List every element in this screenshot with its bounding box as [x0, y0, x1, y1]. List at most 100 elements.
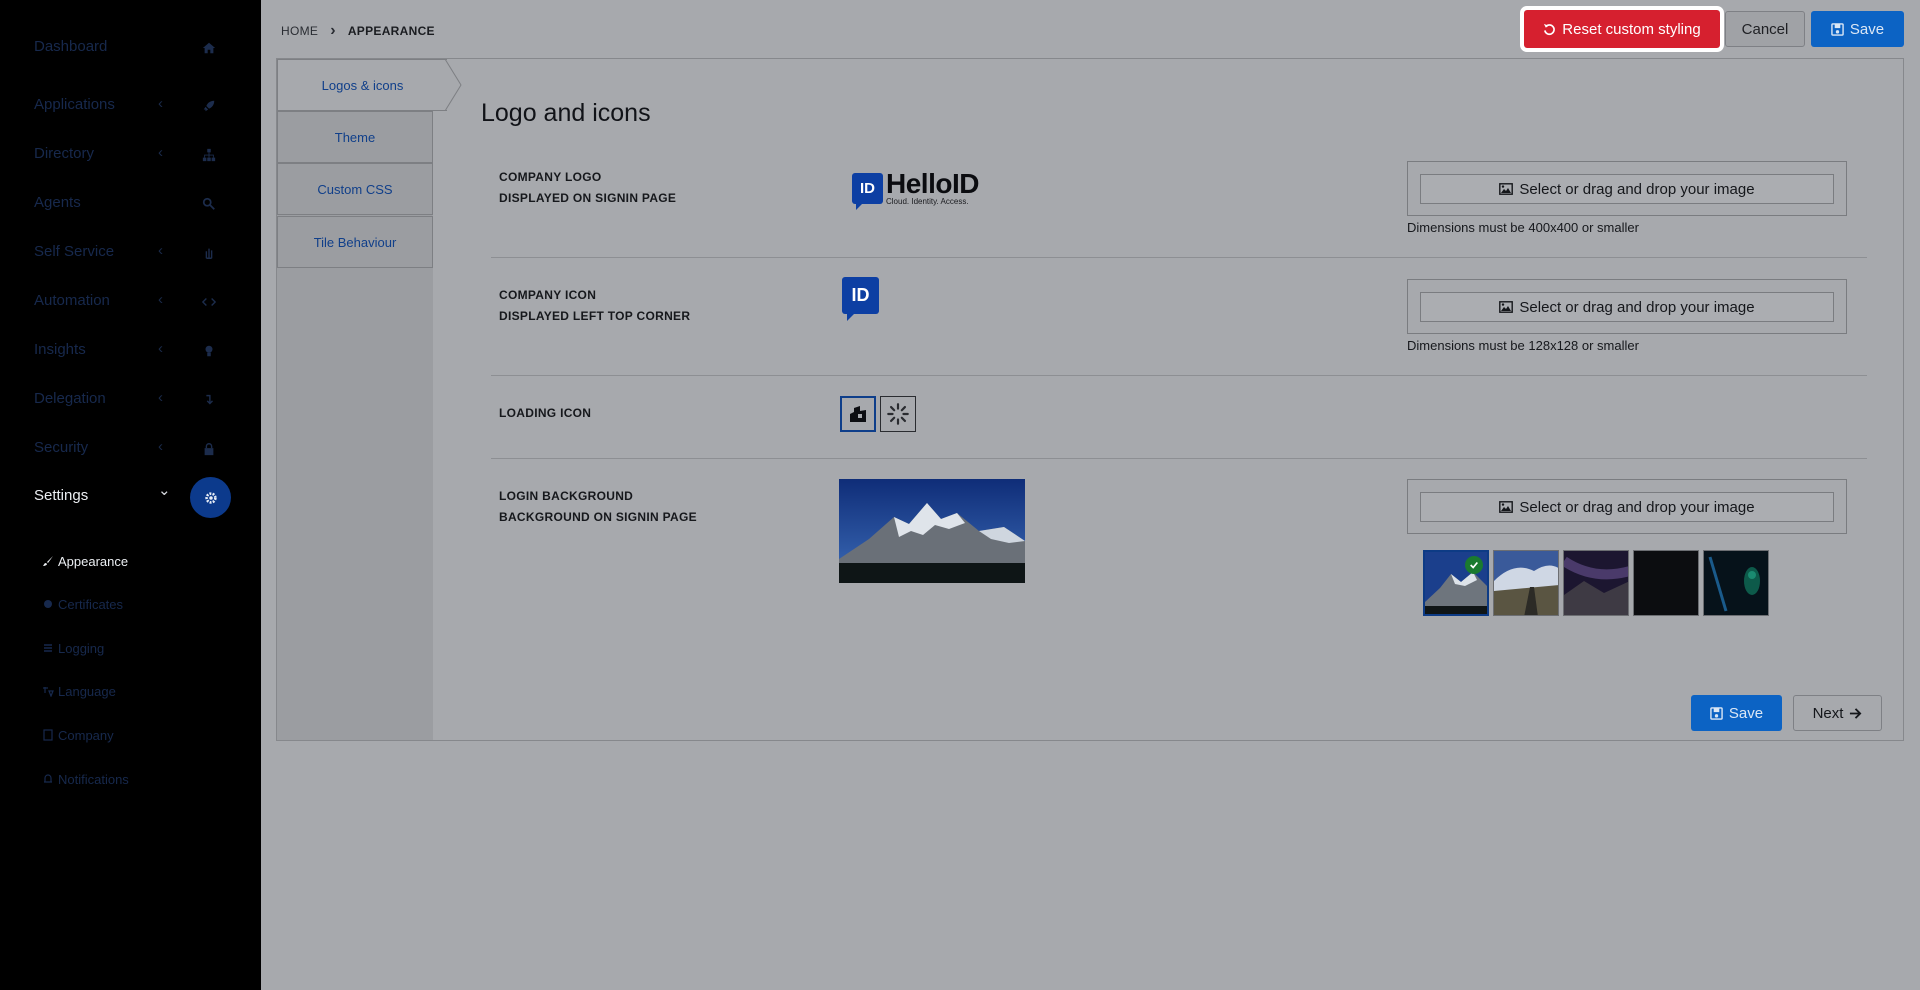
- sidebar-item-security[interactable]: Security ‹: [0, 425, 261, 473]
- select-image-button[interactable]: Select or drag and drop your image: [1420, 292, 1834, 322]
- reset-custom-styling-button[interactable]: Reset custom styling: [1520, 6, 1724, 52]
- sidebar-subitem-label: Company: [58, 727, 114, 743]
- image-icon: [1499, 183, 1514, 195]
- tab-label: Custom CSS: [317, 181, 393, 197]
- cancel-button[interactable]: Cancel: [1725, 11, 1805, 47]
- loading-option-custom[interactable]: [840, 396, 876, 432]
- chevron-right-icon: ›: [330, 22, 336, 39]
- sidebar-subitem-label: Appearance: [58, 553, 129, 569]
- sidebar-item-label: Settings: [34, 487, 89, 504]
- home-icon: [200, 39, 218, 57]
- select-image-button[interactable]: Select or drag and drop your image: [1420, 174, 1834, 204]
- sidebar-item-insights[interactable]: Insights ‹: [0, 327, 261, 375]
- delegation-icon: [200, 391, 218, 409]
- save-button-label: Save: [1728, 704, 1764, 722]
- sidebar-item-delegation[interactable]: Delegation ‹: [0, 376, 261, 424]
- sidebar-item-label: Applications: [34, 96, 115, 113]
- upload-label: Select or drag and drop your image: [1519, 498, 1755, 516]
- sitemap-icon: [200, 146, 218, 164]
- logo-badge-text: ID: [851, 285, 870, 305]
- chevron-left-icon: ‹: [158, 340, 163, 357]
- breadcrumb-home[interactable]: HOME: [281, 24, 318, 38]
- sidebar-subitem-certificates[interactable]: Certificates: [42, 593, 123, 615]
- arrow-right-icon: [1850, 707, 1862, 719]
- logo-wordmark: HelloID: [886, 168, 979, 199]
- agents-icon: [200, 195, 218, 213]
- dimension-note: Dimensions must be 128x128 or smaller: [1407, 338, 1639, 353]
- chevron-left-icon: ‹: [158, 144, 163, 161]
- sidebar-subitem-language[interactable]: Language: [42, 680, 116, 702]
- undo-icon: [1544, 23, 1556, 35]
- sidebar-subitem-notifications[interactable]: Notifications: [42, 768, 129, 790]
- company-icon-preview: ID: [842, 277, 879, 321]
- background-thumbnail-night-sky[interactable]: [1563, 550, 1629, 616]
- list-icon: [44, 644, 52, 652]
- sidebar-item-label: Dashboard: [34, 38, 108, 55]
- floppy-disk-icon: [1710, 706, 1723, 720]
- background-thumbnail-dark[interactable]: [1633, 550, 1699, 616]
- sidebar-subitem-label: Logging: [58, 640, 105, 656]
- divider: [491, 257, 1867, 258]
- sidebar-item-label: Self Service: [34, 243, 115, 260]
- sidebar-subitem-logging[interactable]: Logging: [42, 637, 104, 659]
- sidebar-item-directory[interactable]: Directory ‹: [0, 131, 261, 179]
- divider: [491, 458, 1867, 459]
- sidebar-subitem-company[interactable]: Company: [42, 724, 114, 746]
- divider: [491, 375, 1867, 376]
- sidebar-item-settings[interactable]: Settings ⌄: [0, 473, 261, 521]
- sidebar-subitem-label: Language: [58, 683, 116, 699]
- sidebar-item-label: Security: [34, 439, 89, 456]
- sidebar-subitem-appearance[interactable]: Appearance: [42, 550, 128, 572]
- select-image-button[interactable]: Select or drag and drop your image: [1420, 492, 1834, 522]
- company-logo-preview: ID HelloID Cloud. Identity. Access.: [852, 168, 979, 210]
- background-thumbnail-road[interactable]: [1493, 550, 1559, 616]
- save-button[interactable]: Save: [1811, 11, 1904, 47]
- background-thumbnail-neon[interactable]: [1703, 550, 1769, 616]
- row-title: COMPANY LOGO: [499, 170, 602, 184]
- sidebar-item-automation[interactable]: Automation ‹: [0, 278, 261, 326]
- helloid-logo-icon: ID: [852, 172, 883, 210]
- tab-logos-icons[interactable]: Logos & icons: [277, 59, 447, 111]
- floppy-disk-icon: [1831, 22, 1844, 36]
- chevron-left-icon: ‹: [158, 389, 163, 406]
- sidebar-subitem-label: Certificates: [58, 596, 124, 612]
- row-subtitle: BACKGROUND ON SIGNIN PAGE: [499, 510, 697, 524]
- tab-label: Tile Behaviour: [313, 234, 397, 250]
- tab-theme[interactable]: Theme: [277, 111, 433, 163]
- building-icon: [43, 729, 53, 741]
- appearance-panel: Logos & icons Theme Custom CSS Tile Beha…: [276, 58, 1904, 741]
- sidebar-item-agents[interactable]: Agents: [0, 180, 261, 228]
- sidebar-item-dashboard[interactable]: Dashboard: [0, 24, 261, 72]
- row-title: COMPANY ICON: [499, 288, 597, 302]
- sidebar-item-label: Insights: [34, 341, 86, 358]
- bell-icon: [44, 774, 52, 783]
- sidebar-item-label: Agents: [34, 194, 81, 211]
- appearance-tabs: Logos & icons Theme Custom CSS Tile Beha…: [277, 59, 462, 740]
- tab-label: Theme: [334, 129, 376, 145]
- loading-icon-label: LOADING ICON: [499, 403, 591, 424]
- sidebar-item-self-service[interactable]: Self Service ‹: [0, 229, 261, 277]
- company-logo-upload: Select or drag and drop your image: [1407, 161, 1847, 216]
- upload-label: Select or drag and drop your image: [1519, 298, 1755, 316]
- lightbulb-icon: [200, 342, 218, 360]
- tab-custom-css[interactable]: Custom CSS: [277, 163, 433, 215]
- image-icon: [1499, 501, 1514, 513]
- loading-option-spinner[interactable]: [880, 396, 916, 432]
- background-thumbnail-mountains[interactable]: [1423, 550, 1489, 616]
- logo-badge-text: ID: [860, 179, 875, 197]
- save-bottom-button[interactable]: Save: [1691, 695, 1782, 731]
- custom-loader-icon: [850, 406, 866, 422]
- next-button[interactable]: Next: [1793, 695, 1882, 731]
- row-title: LOADING ICON: [499, 406, 592, 420]
- lock-icon: [200, 440, 218, 458]
- chevron-left-icon: ‹: [158, 242, 163, 259]
- sidebar-item-label: Automation: [34, 292, 110, 309]
- gear-icon: [190, 477, 231, 518]
- sidebar-item-applications[interactable]: Applications ‹: [0, 82, 261, 130]
- company-icon-upload: Select or drag and drop your image: [1407, 279, 1847, 334]
- tab-tile-behaviour[interactable]: Tile Behaviour: [277, 216, 433, 268]
- logo-tagline: Cloud. Identity. Access.: [886, 197, 969, 206]
- code-icon: [200, 293, 218, 311]
- row-subtitle: DISPLAYED LEFT TOP CORNER: [499, 309, 691, 323]
- sidebar-subitem-label: Notifications: [58, 771, 129, 787]
